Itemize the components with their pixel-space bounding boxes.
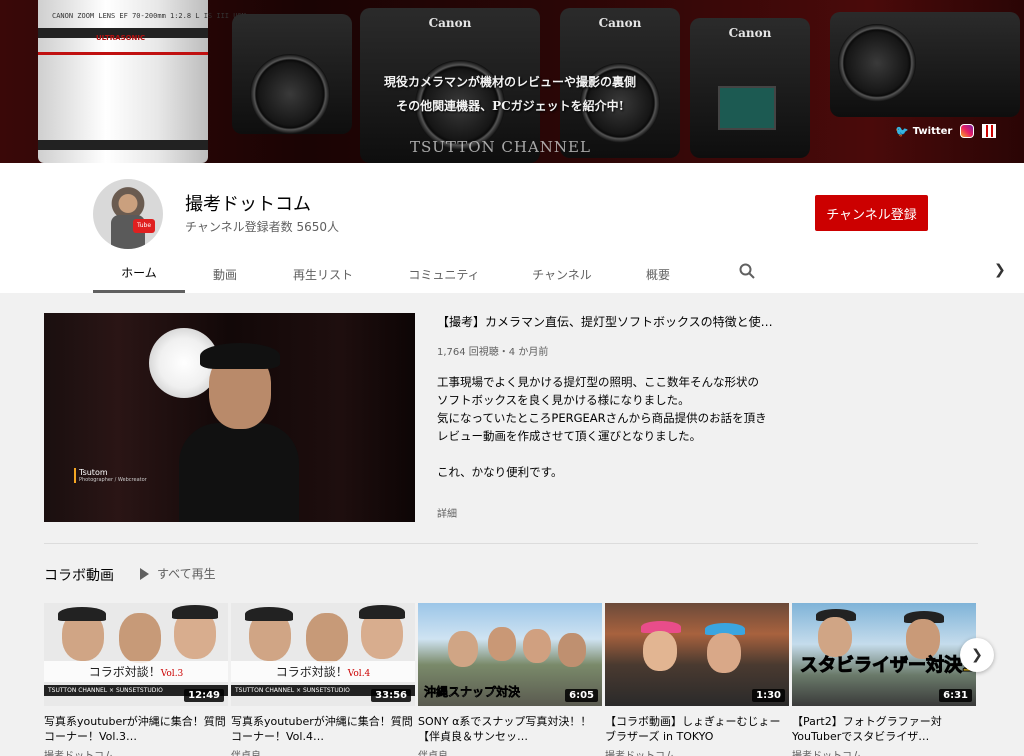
tab-channels[interactable]: チャンネル <box>507 255 617 293</box>
instagram-icon[interactable] <box>960 124 975 138</box>
banner-channel-name: TSUTTON CHANNEL <box>410 138 591 156</box>
tab-videos[interactable]: 動画 <box>185 255 265 293</box>
subscriber-count: チャンネル登録者数 5650人 <box>185 220 339 234</box>
thumbnail-caption: スタビライザー対決2 <box>800 655 976 677</box>
video-channel[interactable]: 撮考ドットコム <box>605 747 789 756</box>
video-channel[interactable]: 撮考ドットコム <box>44 747 228 756</box>
tab-community[interactable]: コミュニティ <box>381 255 507 293</box>
video-title[interactable]: SONY α系でスナップ写真対決！！【伴貞良＆サンセッ… <box>418 714 602 744</box>
channel-banner: CANON ZOOM LENS EF 70-200mm 1:2.8 L IS I… <box>0 0 1024 163</box>
search-icon[interactable] <box>739 263 755 279</box>
featured-video-thumbnail[interactable]: Tsutom Photographer / Webcreator <box>44 313 415 522</box>
featured-video-description: 工事現場でよく見かける提灯型の照明、ここ数年そんな形状の ソフトボックスを良く見… <box>437 375 767 479</box>
camera-canon-3: Canon <box>690 18 810 158</box>
video-title[interactable]: 写真系youtuberが沖縄に集合！質問コーナー！Vol.4… <box>231 714 415 744</box>
site-link-icon[interactable] <box>982 124 997 138</box>
video-card[interactable]: 1:30 【コラボ動画】しょぎょーむじょーブラザーズ in TOKYO 撮考ドッ… <box>605 603 789 756</box>
twitter-link[interactable]: 🐦 Twitter <box>895 125 952 138</box>
video-card[interactable]: スタビライザー対決2 6:31 【Part2】フォトグラファー対YouTuber… <box>792 603 976 756</box>
video-thumbnail[interactable]: コラボ対談！Vol.4 TSUTTON CHANNEL × SUNSETSTUD… <box>231 603 415 706</box>
banner-tagline: 現役カメラマンが機材のレビューや撮影の裏側 その他関連機器、PCガジェットを紹介… <box>383 75 636 113</box>
telephoto-lens-image <box>38 0 208 163</box>
thumbnail-caption: 沖縄スナップ対決 <box>424 685 521 700</box>
featured-video-meta: 1,764 回視聴・4 か月前 <box>437 347 549 358</box>
video-card[interactable]: コラボ対談！Vol.4 TSUTTON CHANNEL × SUNSETSTUD… <box>231 603 415 756</box>
video-channel[interactable]: 伴貞良 <box>418 747 602 756</box>
thumbnail-caption: コラボ対談！Vol.3 <box>44 661 228 682</box>
channel-tabs: ホーム 動画 再生リスト コミュニティ チャンネル 概要 <box>93 255 699 293</box>
section-divider <box>44 543 978 544</box>
video-thumbnail[interactable]: 1:30 <box>605 603 789 706</box>
play-icon <box>140 567 149 580</box>
featured-more-link[interactable]: 詳細 <box>437 505 457 520</box>
tab-about[interactable]: 概要 <box>617 255 699 293</box>
video-card[interactable]: 沖縄スナップ対決 6:05 SONY α系でスナップ写真対決！！【伴貞良＆サンセ… <box>418 603 602 756</box>
avatar[interactable]: Tube <box>93 179 163 249</box>
featured-video-title[interactable]: 【撮考】カメラマン直伝、提灯型ソフトボックスの特徴と使… <box>437 313 787 330</box>
video-channel[interactable]: 伴貞良 <box>231 747 415 756</box>
play-all-button[interactable]: すべて再生 <box>140 565 216 582</box>
video-title[interactable]: 【コラボ動画】しょぎょーむじょーブラザーズ in TOKYO <box>605 714 789 744</box>
avatar-badge: Tube <box>133 219 155 233</box>
video-title[interactable]: 写真系youtuberが沖縄に集合！質問コーナー！Vol.3… <box>44 714 228 744</box>
shelf-title[interactable]: コラボ動画 <box>44 565 114 585</box>
duration-badge: 12:49 <box>184 689 224 702</box>
video-thumbnail[interactable]: コラボ対談！Vol.3 TSUTTON CHANNEL × SUNSETSTUD… <box>44 603 228 706</box>
tab-home[interactable]: ホーム <box>93 255 185 293</box>
camera-sony <box>232 14 352 134</box>
lens-text: CANON ZOOM LENS EF 70-200mm 1:2.8 L IS I… <box>52 12 246 20</box>
camera-gimbal <box>830 12 1020 117</box>
duration-badge: 6:31 <box>939 689 972 702</box>
video-card[interactable]: コラボ対談！Vol.3 TSUTTON CHANNEL × SUNSETSTUD… <box>44 603 228 756</box>
duration-badge: 33:56 <box>371 689 411 702</box>
twitter-icon: 🐦 <box>895 124 909 138</box>
ultrasonic-text: ULTRASONIC <box>96 34 146 42</box>
video-thumbnail[interactable]: 沖縄スナップ対決 6:05 <box>418 603 602 706</box>
video-title[interactable]: 【Part2】フォトグラファー対YouTuberでスタビライザ… <box>792 714 976 744</box>
subscribe-button[interactable]: チャンネル登録 <box>815 195 928 231</box>
video-channel[interactable]: 撮考ドットコム <box>792 747 976 756</box>
channel-header: Tube 撮考ドットコム チャンネル登録者数 5650人 チャンネル登録 ホーム… <box>0 163 1024 293</box>
duration-badge: 1:30 <box>752 689 785 702</box>
featured-caption: Tsutom Photographer / Webcreator <box>74 468 147 483</box>
shelf-next-chevron-icon[interactable]: ❯ <box>960 638 994 672</box>
thumbnail-caption: コラボ対談！Vol.4 <box>231 661 415 682</box>
banner-links: 🐦 Twitter <box>895 124 997 138</box>
duration-badge: 6:05 <box>565 689 598 702</box>
tabs-next-chevron-icon[interactable]: ❯ <box>994 262 1006 278</box>
tab-playlists[interactable]: 再生リスト <box>265 255 381 293</box>
video-thumbnail[interactable]: スタビライザー対決2 6:31 <box>792 603 976 706</box>
channel-title: 撮考ドットコム <box>185 194 311 215</box>
